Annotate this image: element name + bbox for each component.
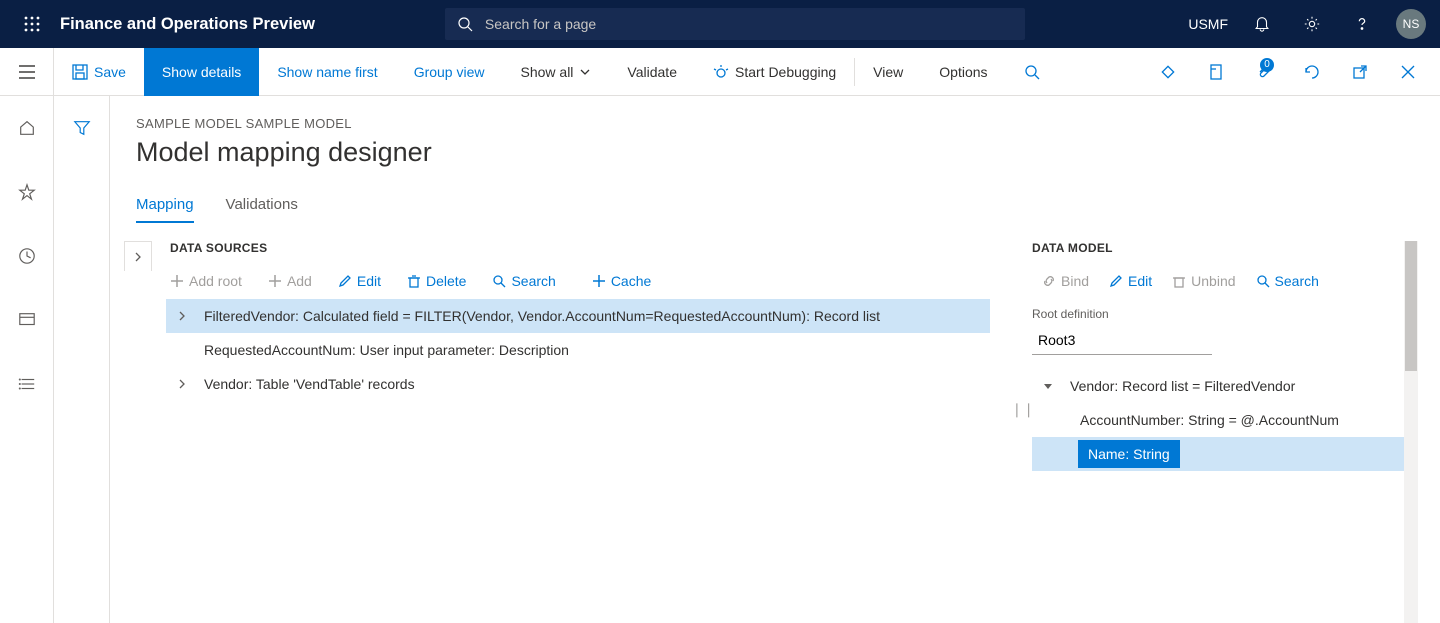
filter-icon: [73, 119, 91, 137]
root-definition-input[interactable]: [1032, 325, 1212, 355]
link-icon: [1042, 274, 1056, 288]
office-addin-button[interactable]: [1200, 56, 1232, 88]
pencil-icon: [1109, 274, 1123, 288]
ds-row-filtered-vendor[interactable]: FilteredVendor: Calculated field = FILTE…: [166, 299, 990, 333]
dm-row-account-number[interactable]: AccountNumber: String = @.AccountNum: [1032, 403, 1414, 437]
nav-home[interactable]: [7, 108, 47, 148]
close-button[interactable]: [1392, 56, 1424, 88]
personalize-button[interactable]: [1152, 56, 1184, 88]
attachments-button[interactable]: 0: [1248, 56, 1280, 88]
popout-icon: [1352, 64, 1368, 80]
popout-button[interactable]: [1344, 56, 1376, 88]
help-button[interactable]: [1346, 8, 1378, 40]
start-debugging-button[interactable]: Start Debugging: [695, 48, 854, 96]
close-icon: [1401, 65, 1415, 79]
refresh-icon: [1304, 64, 1320, 80]
validate-button[interactable]: Validate: [609, 48, 695, 96]
show-all-dropdown[interactable]: Show all: [503, 48, 610, 96]
hamburger-icon: [19, 65, 35, 79]
data-model-title: DATA MODEL: [1032, 241, 1414, 255]
tab-mapping[interactable]: Mapping: [136, 196, 194, 223]
search-icon: [457, 16, 473, 32]
gear-icon: [1303, 15, 1321, 33]
home-icon: [18, 119, 36, 137]
breadcrumb: SAMPLE MODEL SAMPLE MODEL: [136, 116, 1414, 131]
star-icon: [18, 183, 36, 201]
toolbar-search-button[interactable]: [1006, 48, 1064, 96]
clock-icon: [18, 247, 36, 265]
caret-down-icon: [1043, 381, 1053, 391]
delete-button[interactable]: Delete: [407, 273, 466, 289]
waffle-icon: [24, 16, 40, 32]
save-button[interactable]: Save: [54, 48, 144, 96]
nav-recent[interactable]: [7, 236, 47, 276]
add-button[interactable]: Add: [268, 273, 312, 289]
view-button[interactable]: View: [855, 48, 921, 96]
plus-icon: [170, 274, 184, 288]
trash-icon: [1172, 274, 1186, 288]
chevron-down-icon: [579, 66, 591, 78]
dm-row-name[interactable]: Name: String: [1032, 437, 1414, 471]
page-title: Model mapping designer: [136, 137, 1414, 168]
dm-row-vendor[interactable]: Vendor: Record list = FilteredVendor: [1032, 369, 1414, 403]
dm-edit-button[interactable]: Edit: [1109, 273, 1152, 289]
search-icon: [1256, 274, 1270, 288]
company-selector[interactable]: USMF: [1188, 16, 1228, 32]
bell-icon: [1253, 15, 1271, 33]
save-icon: [72, 64, 88, 80]
diamond-icon: [1160, 64, 1176, 80]
dm-scrollbar[interactable]: [1404, 241, 1418, 623]
show-details-button[interactable]: Show details: [144, 48, 259, 96]
search-icon: [492, 274, 506, 288]
ds-row-requested-account[interactable]: RequestedAccountNum: User input paramete…: [166, 333, 990, 367]
scrollbar-thumb[interactable]: [1405, 241, 1417, 371]
caret-right-icon: [177, 311, 187, 321]
data-sources-collapse[interactable]: [124, 241, 152, 271]
nav-collapse-button[interactable]: [0, 48, 54, 96]
nav-workspaces[interactable]: [7, 300, 47, 340]
refresh-button[interactable]: [1296, 56, 1328, 88]
caret-right-icon: [133, 252, 143, 262]
nav-modules[interactable]: [7, 364, 47, 404]
show-name-first-button[interactable]: Show name first: [259, 48, 395, 96]
dm-search-button[interactable]: Search: [1256, 273, 1319, 289]
debug-icon: [713, 64, 729, 80]
edit-button[interactable]: Edit: [338, 273, 381, 289]
notifications-button[interactable]: [1246, 8, 1278, 40]
list-icon: [18, 375, 36, 393]
filter-button[interactable]: [62, 108, 102, 148]
options-button[interactable]: Options: [921, 48, 1005, 96]
attachments-badge: 0: [1260, 58, 1274, 72]
add-root-button[interactable]: Add root: [170, 273, 242, 289]
root-definition-label: Root definition: [1032, 307, 1414, 321]
search-placeholder: Search for a page: [485, 16, 596, 32]
search-box[interactable]: Search for a page: [445, 8, 1025, 40]
plus-icon: [592, 274, 606, 288]
workspace-icon: [18, 311, 36, 329]
tab-validations[interactable]: Validations: [226, 196, 298, 223]
pencil-icon: [338, 274, 352, 288]
caret-right-icon: [177, 379, 187, 389]
trash-icon: [407, 274, 421, 288]
settings-button[interactable]: [1296, 8, 1328, 40]
ds-search-button[interactable]: Search: [492, 273, 555, 289]
data-sources-title: DATA SOURCES: [170, 241, 990, 255]
app-title: Finance and Operations Preview: [60, 15, 315, 34]
group-view-button[interactable]: Group view: [396, 48, 503, 96]
unbind-button[interactable]: Unbind: [1172, 273, 1235, 289]
page-icon: [1208, 64, 1224, 80]
nav-favorites[interactable]: [7, 172, 47, 212]
ds-row-vendor[interactable]: Vendor: Table 'VendTable' records: [166, 367, 990, 401]
bind-button[interactable]: Bind: [1042, 273, 1089, 289]
help-icon: [1353, 15, 1371, 33]
app-launcher[interactable]: [14, 6, 50, 42]
cache-button[interactable]: Cache: [592, 273, 651, 289]
plus-icon: [268, 274, 282, 288]
user-avatar[interactable]: NS: [1396, 9, 1426, 39]
search-icon: [1024, 64, 1040, 80]
